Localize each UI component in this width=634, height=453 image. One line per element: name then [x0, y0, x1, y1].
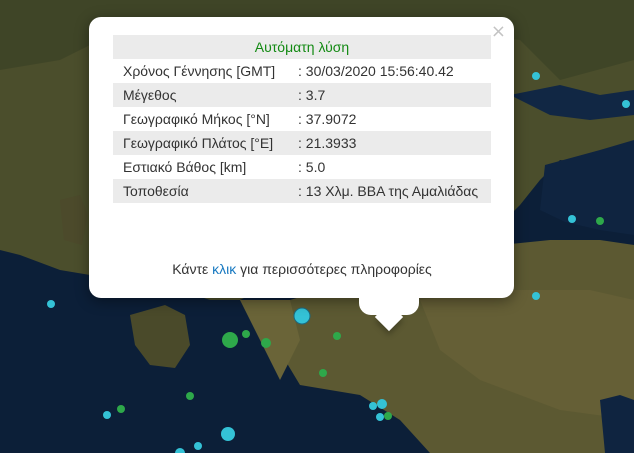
row-value-longitude: : 21.3933: [288, 131, 491, 155]
row-label-location: Τοποθεσία: [113, 179, 288, 203]
more-info-footer: Κάντε κλικ για περισσότερες πληροφορίες: [172, 261, 432, 277]
row-label-origin-time: Χρόνος Γέννησης [GMT]: [123, 63, 276, 79]
close-icon[interactable]: ×: [491, 23, 506, 41]
more-info-link[interactable]: κλικ: [212, 261, 236, 277]
row-value-origin-time: : 30/03/2020 15:56:40.42: [298, 63, 454, 79]
row-value-magnitude: : 3.7: [288, 83, 491, 107]
row-label-depth: Εστιακό Βάθος [km]: [123, 159, 247, 175]
row-label-magnitude: Μέγεθος: [113, 83, 288, 107]
row-value-latitude: : 37.9072: [298, 111, 357, 127]
popup-header: Αυτόματη λύση: [113, 35, 491, 59]
earthquake-info-popup: × Αυτόματη λύση Χρόνος Γέννησης [GMT] : 3…: [89, 17, 514, 332]
row-label-longitude: Γεωγραφικό Πλάτος [°E]: [113, 131, 288, 155]
row-value-location: : 13 Χλμ. ΒΒΑ της Αμαλιάδας: [288, 179, 491, 203]
row-value-depth: : 5.0: [298, 159, 326, 175]
info-table: Αυτόματη λύση Χρόνος Γέννησης [GMT] : 30/…: [113, 35, 491, 203]
row-label-latitude: Γεωγραφικό Μήκος [°N]: [123, 111, 270, 127]
